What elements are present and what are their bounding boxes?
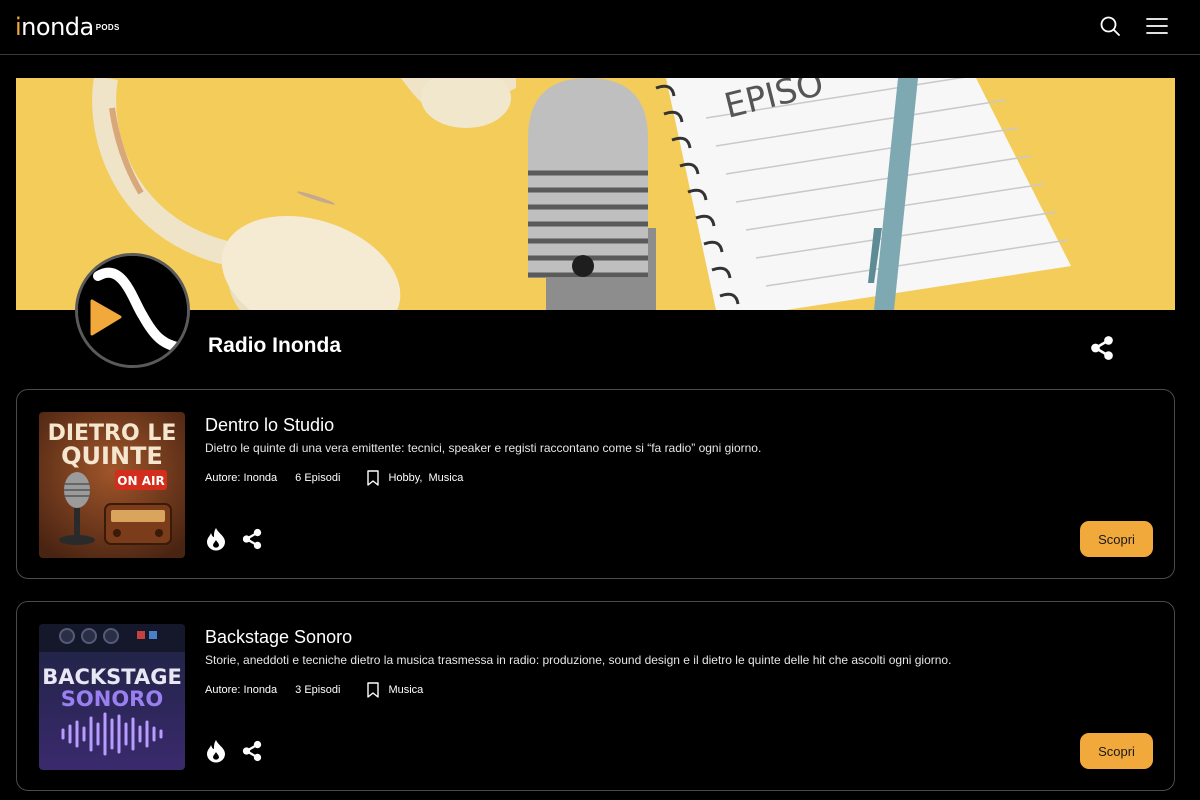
cover-line-2: SONORO	[61, 687, 163, 711]
cover-line-1: BACKSTAGE	[42, 665, 182, 689]
podcast-author: Autore: Inonda	[205, 472, 278, 484]
podcast-cover-backstage-sonoro[interactable]: BACKSTAGE SONORO	[39, 624, 185, 770]
podcast-description: Storie, aneddoti e tecniche dietro la mu…	[205, 653, 952, 667]
search-icon[interactable]	[1098, 14, 1122, 38]
podcast-tag[interactable]: Hobby,	[388, 472, 422, 484]
podcast-card[interactable]: DIETRO LE QUINTE ON AIR Dentro lo Studio…	[16, 389, 1175, 579]
podcast-tag[interactable]: Musica	[428, 472, 463, 484]
podcast-cover-dentro-lo-studio[interactable]: DIETRO LE QUINTE ON AIR	[39, 412, 185, 558]
fire-icon[interactable]	[205, 527, 227, 551]
podcast-title[interactable]: Backstage Sonoro	[205, 627, 352, 648]
podcast-card[interactable]: BACKSTAGE SONORO Backstage Sonoro Storie…	[16, 601, 1175, 791]
podcast-actions	[205, 739, 263, 763]
share-icon[interactable]	[241, 740, 263, 762]
microphone-illustration	[528, 78, 656, 310]
podcast-tag[interactable]: Musica	[388, 684, 423, 696]
logo-main: nonda	[21, 13, 94, 41]
podcast-episode-count: 3 Episodi	[295, 684, 341, 696]
top-navigation-bar: inonda PODS	[0, 0, 1200, 55]
bookmark-icon	[367, 682, 380, 698]
fire-icon[interactable]	[205, 739, 227, 763]
logo-pods: PODS	[95, 23, 120, 32]
cover-line-2: QUINTE	[61, 442, 163, 470]
hamburger-menu-icon[interactable]	[1145, 14, 1169, 38]
podcast-meta: Autore: Inonda 6 Episodi Hobby, Musica	[205, 470, 469, 486]
podcast-actions	[205, 527, 263, 551]
podcast-author: Autore: Inonda	[205, 684, 278, 696]
podcast-episode-count: 6 Episodi	[295, 472, 341, 484]
podcast-title[interactable]: Dentro lo Studio	[205, 415, 334, 436]
discover-button[interactable]: Scopri	[1080, 733, 1153, 769]
podcast-meta: Autore: Inonda 3 Episodi Musica	[205, 682, 429, 698]
podcast-description: Dietro le quinte di una vera emittente: …	[205, 441, 762, 455]
discover-button[interactable]: Scopri	[1080, 521, 1153, 557]
inonda-pods-logo[interactable]: inonda PODS	[15, 14, 120, 40]
bookmark-icon	[367, 470, 380, 486]
channel-avatar	[75, 253, 190, 368]
share-icon[interactable]	[1089, 335, 1115, 361]
cover-badge: ON AIR	[117, 474, 164, 488]
channel-banner-image: EPISO	[16, 78, 1175, 310]
channel-name: Radio Inonda	[208, 334, 341, 357]
share-icon[interactable]	[241, 528, 263, 550]
logo-wordmark: inonda	[15, 14, 94, 40]
